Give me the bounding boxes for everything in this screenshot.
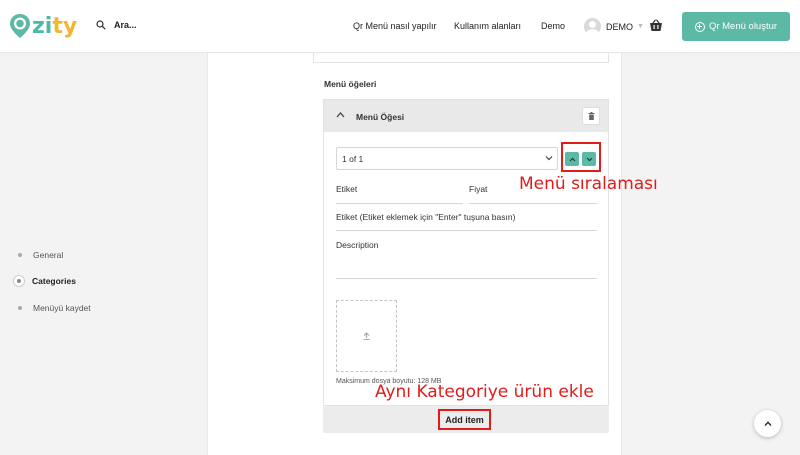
add-item-button[interactable]: Add item <box>438 409 491 430</box>
logo-text: zity <box>32 13 78 39</box>
menu-item-header[interactable]: Menü Öğesi <box>324 100 608 132</box>
search-icon <box>96 20 106 30</box>
search-trigger[interactable]: Ara... <box>96 20 137 30</box>
location-pin-icon <box>10 14 30 38</box>
basket-icon[interactable] <box>649 19 663 32</box>
scroll-to-top-button[interactable] <box>754 410 781 437</box>
price-field-underline <box>469 203 597 204</box>
image-upload-dropzone[interactable] <box>336 300 397 372</box>
order-select-value: 1 of 1 <box>342 154 364 164</box>
section-title: Menü öğeleri <box>324 79 377 89</box>
upload-icon <box>363 332 370 340</box>
zity-logo[interactable]: zity <box>9 12 77 40</box>
step-dot-icon <box>18 253 22 257</box>
trash-icon <box>588 112 594 120</box>
add-item-annotation: Aynı Kategoriye ürün ekle <box>375 382 594 402</box>
order-highlight-box <box>561 142 601 172</box>
user-name: DEMO <box>606 21 633 32</box>
create-qr-menu-button[interactable]: Qr Menü oluştur <box>682 12 790 41</box>
order-annotation: Menü sıralaması <box>519 174 658 194</box>
price-field[interactable]: Fiyat <box>469 184 487 194</box>
step-dot-icon <box>18 306 22 310</box>
chevron-up-icon <box>764 421 771 426</box>
sidebar-item-save-menu[interactable]: Menüyü kaydet <box>14 303 91 313</box>
description-field[interactable]: Description <box>336 240 379 250</box>
chevron-up-icon[interactable] <box>336 111 345 118</box>
sidebar-item-label: Categories <box>32 276 76 286</box>
order-select[interactable]: 1 of 1 <box>336 147 558 170</box>
menu-item-title: Menü Öğesi <box>356 112 405 122</box>
plus-circle-icon <box>694 21 705 32</box>
chevron-down-icon: ▼ <box>637 23 644 30</box>
search-label: Ara... <box>114 20 137 30</box>
avatar <box>584 18 601 35</box>
sidebar-item-label: General <box>33 250 64 260</box>
top-navbar: zity Ara... Qr Menü nasıl yapılır Kullan… <box>0 0 800 53</box>
delete-item-button[interactable] <box>582 107 600 125</box>
description-field-underline <box>336 278 597 279</box>
tags-field-underline <box>336 230 597 231</box>
previous-section-card <box>313 53 609 63</box>
sidebar-item-label: Menüyü kaydet <box>33 303 91 313</box>
nav-link-demo[interactable]: Demo <box>541 21 565 31</box>
label-field-underline <box>336 203 463 204</box>
sidebar-item-general[interactable]: General <box>14 250 63 260</box>
sidebar-item-categories[interactable]: Categories <box>13 275 76 287</box>
label-field[interactable]: Etiket <box>336 184 357 194</box>
nav-link-use-cases[interactable]: Kullanım alanları <box>454 21 521 31</box>
tags-field[interactable]: Etiket (Etiket eklemek için "Enter" tuşu… <box>336 212 515 222</box>
nav-link-how-to[interactable]: Qr Menü nasıl yapılır <box>353 21 437 31</box>
active-step-icon <box>13 275 25 287</box>
chevron-down-icon <box>545 156 553 161</box>
create-qr-menu-label: Qr Menü oluştur <box>708 21 778 32</box>
user-menu[interactable]: DEMO ▼ <box>584 18 644 35</box>
